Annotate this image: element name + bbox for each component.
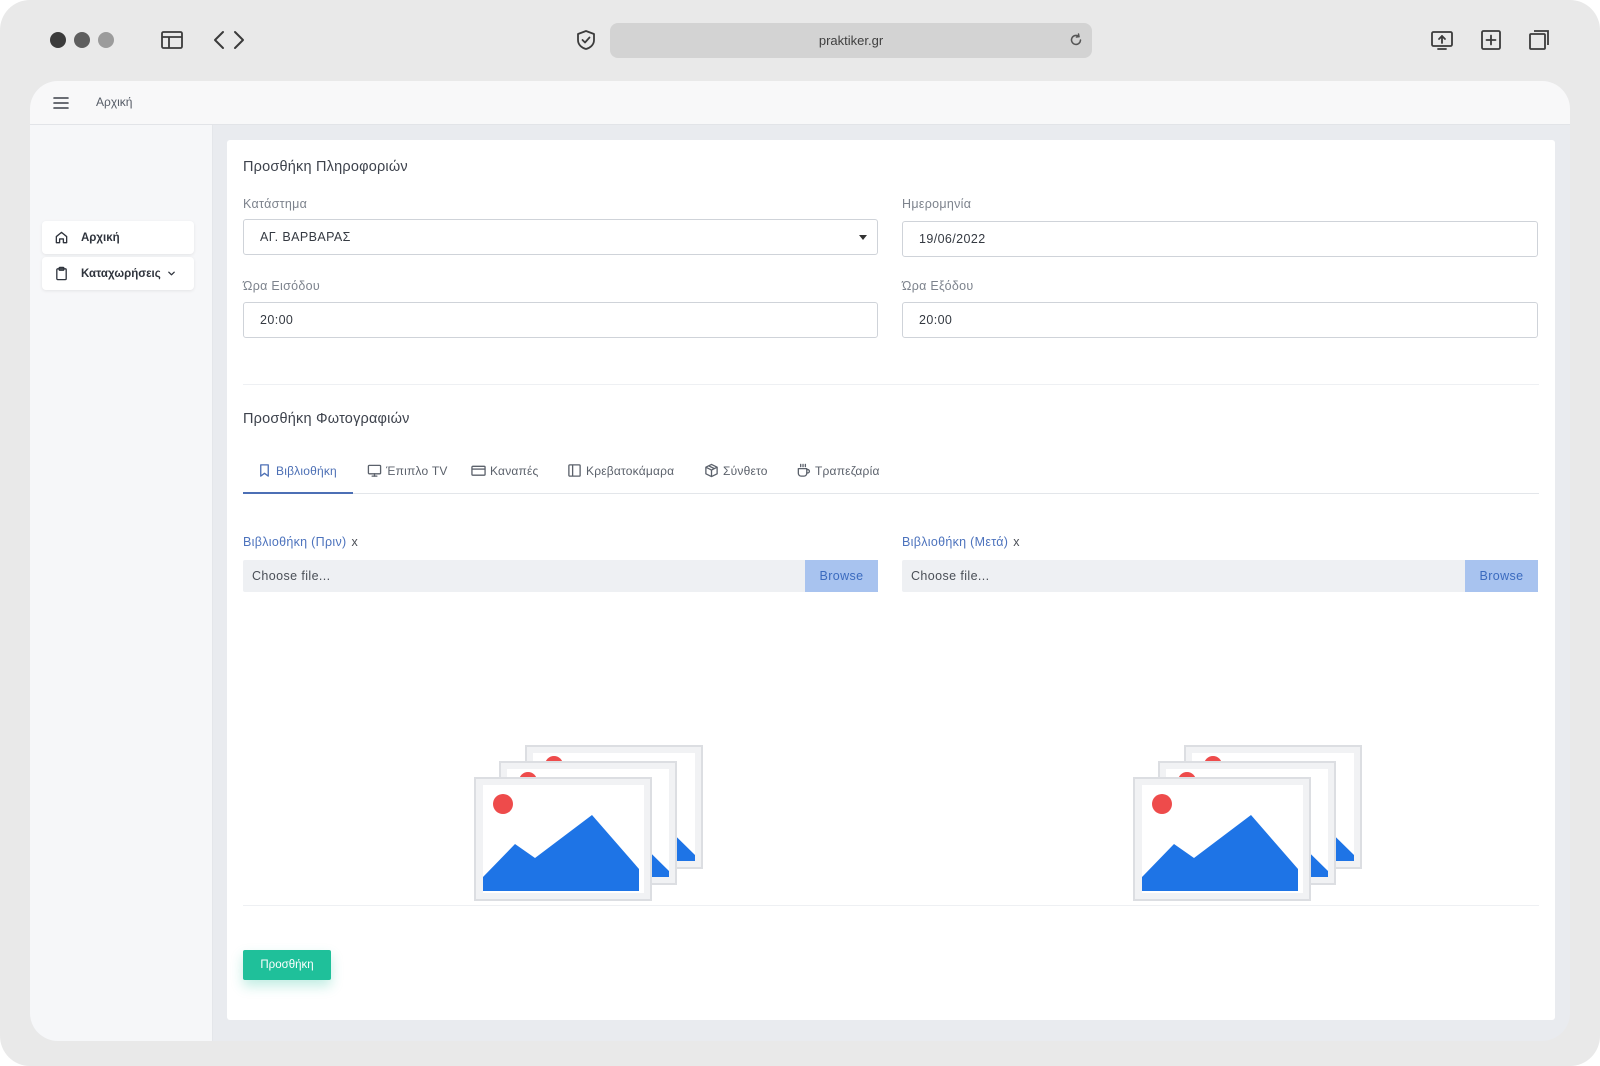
coffee-cup-icon <box>796 463 811 478</box>
upload-before-placeholder: Choose file... <box>252 569 331 583</box>
form-card: Προσθήκη Πληροφοριών Κατάστημα ΑΓ. ΒΑΡΒΑ… <box>227 140 1555 1020</box>
photos-section-title: Προσθήκη Φωτογραφιών <box>243 411 410 427</box>
upload-before-browse-button[interactable]: Browse <box>805 560 878 592</box>
sidebar-item-home[interactable]: Αρχική <box>42 221 194 254</box>
url-text: praktiker.gr <box>818 33 884 48</box>
page-title: Αρχική <box>96 95 133 109</box>
sidebar-item-label: Αρχική <box>81 231 120 244</box>
store-select[interactable]: ΑΓ. ΒΑΡΒΑΡΑΣ <box>243 219 878 255</box>
app-window: Αρχική Αρχική Καταχωρήσεις Προσθήκη Πληρ… <box>30 81 1570 1041</box>
package-icon <box>704 463 719 478</box>
share-icon[interactable] <box>1428 26 1456 54</box>
active-tab-indicator <box>243 492 353 494</box>
caret-down-icon <box>859 235 867 240</box>
privacy-shield-icon[interactable] <box>572 26 600 54</box>
tab-label: Κρεβατοκάμαρα <box>586 463 675 478</box>
sidebar-toggle-icon[interactable] <box>158 26 186 54</box>
section-divider <box>243 384 1539 385</box>
card-icon <box>471 463 486 478</box>
upload-before-label-text: Βιβλιοθήκη (Πριν) <box>243 535 347 549</box>
window-controls <box>50 32 114 48</box>
upload-after-label: Βιβλιοθήκη (Μετά) x <box>902 535 1020 549</box>
sidebar-layout-icon <box>567 463 582 478</box>
tab-label: Βιβλιοθήκη <box>276 463 337 478</box>
exit-time-input[interactable]: 20:00 <box>902 302 1538 338</box>
maximize-window-button[interactable] <box>98 32 114 48</box>
exit-time-value: 20:00 <box>919 313 953 327</box>
exit-time-label: Ώρα Εξόδου <box>902 279 974 293</box>
new-tab-icon[interactable] <box>1477 26 1505 54</box>
sidebar: Αρχική Καταχωρήσεις <box>30 125 213 1041</box>
submit-button[interactable]: Προσθήκη <box>243 950 331 980</box>
reload-icon[interactable] <box>1068 32 1084 48</box>
upload-after-file-input[interactable]: Choose file... Browse <box>902 560 1538 592</box>
upload-after-label-text: Βιβλιοθήκη (Μετά) <box>902 535 1009 549</box>
tab-sofa[interactable]: Καναπές <box>471 447 539 494</box>
tab-composite[interactable]: Σύνθετο <box>704 447 768 494</box>
image-placeholder-icon <box>1133 745 1363 901</box>
date-input[interactable]: 19/06/2022 <box>902 221 1538 257</box>
info-section-title: Προσθήκη Πληροφοριών <box>243 159 408 175</box>
remove-upload-before-button[interactable]: x <box>351 535 358 549</box>
tab-tv-furniture[interactable]: Έπιπλο TV <box>367 447 448 494</box>
bookmark-icon <box>257 463 272 478</box>
chevron-down-icon <box>167 269 176 278</box>
close-window-button[interactable] <box>50 32 66 48</box>
tab-bookcase[interactable]: Βιβλιοθήκη <box>257 447 337 494</box>
footer-divider <box>243 905 1539 906</box>
forward-icon[interactable] <box>224 26 252 54</box>
top-bar: Αρχική <box>30 81 1570 125</box>
browser-window: praktiker.gr Αρχική Αρχική Καταχωρήσεις … <box>0 0 1600 1066</box>
upload-before-file-input[interactable]: Choose file... Browse <box>243 560 878 592</box>
date-label: Ημερομηνία <box>902 197 972 211</box>
tab-bedroom[interactable]: Κρεβατοκάμαρα <box>567 447 674 494</box>
remove-upload-after-button[interactable]: x <box>1013 535 1020 549</box>
entry-time-value: 20:00 <box>260 313 294 327</box>
image-placeholder-icon <box>474 745 704 901</box>
tab-label: Καναπές <box>490 463 539 478</box>
address-bar[interactable]: praktiker.gr <box>610 23 1092 58</box>
upload-after-placeholder: Choose file... <box>911 569 990 583</box>
sidebar-item-label: Καταχωρήσεις <box>81 267 161 280</box>
tabs-overview-icon[interactable] <box>1525 26 1553 54</box>
tab-dining-room[interactable]: Τραπεζαρία <box>796 447 880 494</box>
tab-label: Σύνθετο <box>723 463 768 478</box>
home-icon <box>54 230 69 245</box>
tab-label: Τραπεζαρία <box>815 463 880 478</box>
sidebar-item-entries[interactable]: Καταχωρήσεις <box>42 257 194 290</box>
minimize-window-button[interactable] <box>74 32 90 48</box>
date-input-value: 19/06/2022 <box>919 232 986 246</box>
photo-category-tabs: Βιβλιοθήκη Έπιπλο TV Καναπές Κρεβατοκάμα… <box>243 447 1539 494</box>
clipboard-icon <box>54 266 69 281</box>
tab-label: Έπιπλο TV <box>386 463 448 478</box>
entry-time-input[interactable]: 20:00 <box>243 302 878 338</box>
monitor-icon <box>367 463 382 478</box>
store-label: Κατάστημα <box>243 197 308 211</box>
menu-icon[interactable] <box>52 95 70 111</box>
upload-after-browse-button[interactable]: Browse <box>1465 560 1538 592</box>
store-select-value: ΑΓ. ΒΑΡΒΑΡΑΣ <box>260 230 351 244</box>
upload-before-label: Βιβλιοθήκη (Πριν) x <box>243 535 358 549</box>
entry-time-label: Ώρα Εισόδου <box>243 279 321 293</box>
